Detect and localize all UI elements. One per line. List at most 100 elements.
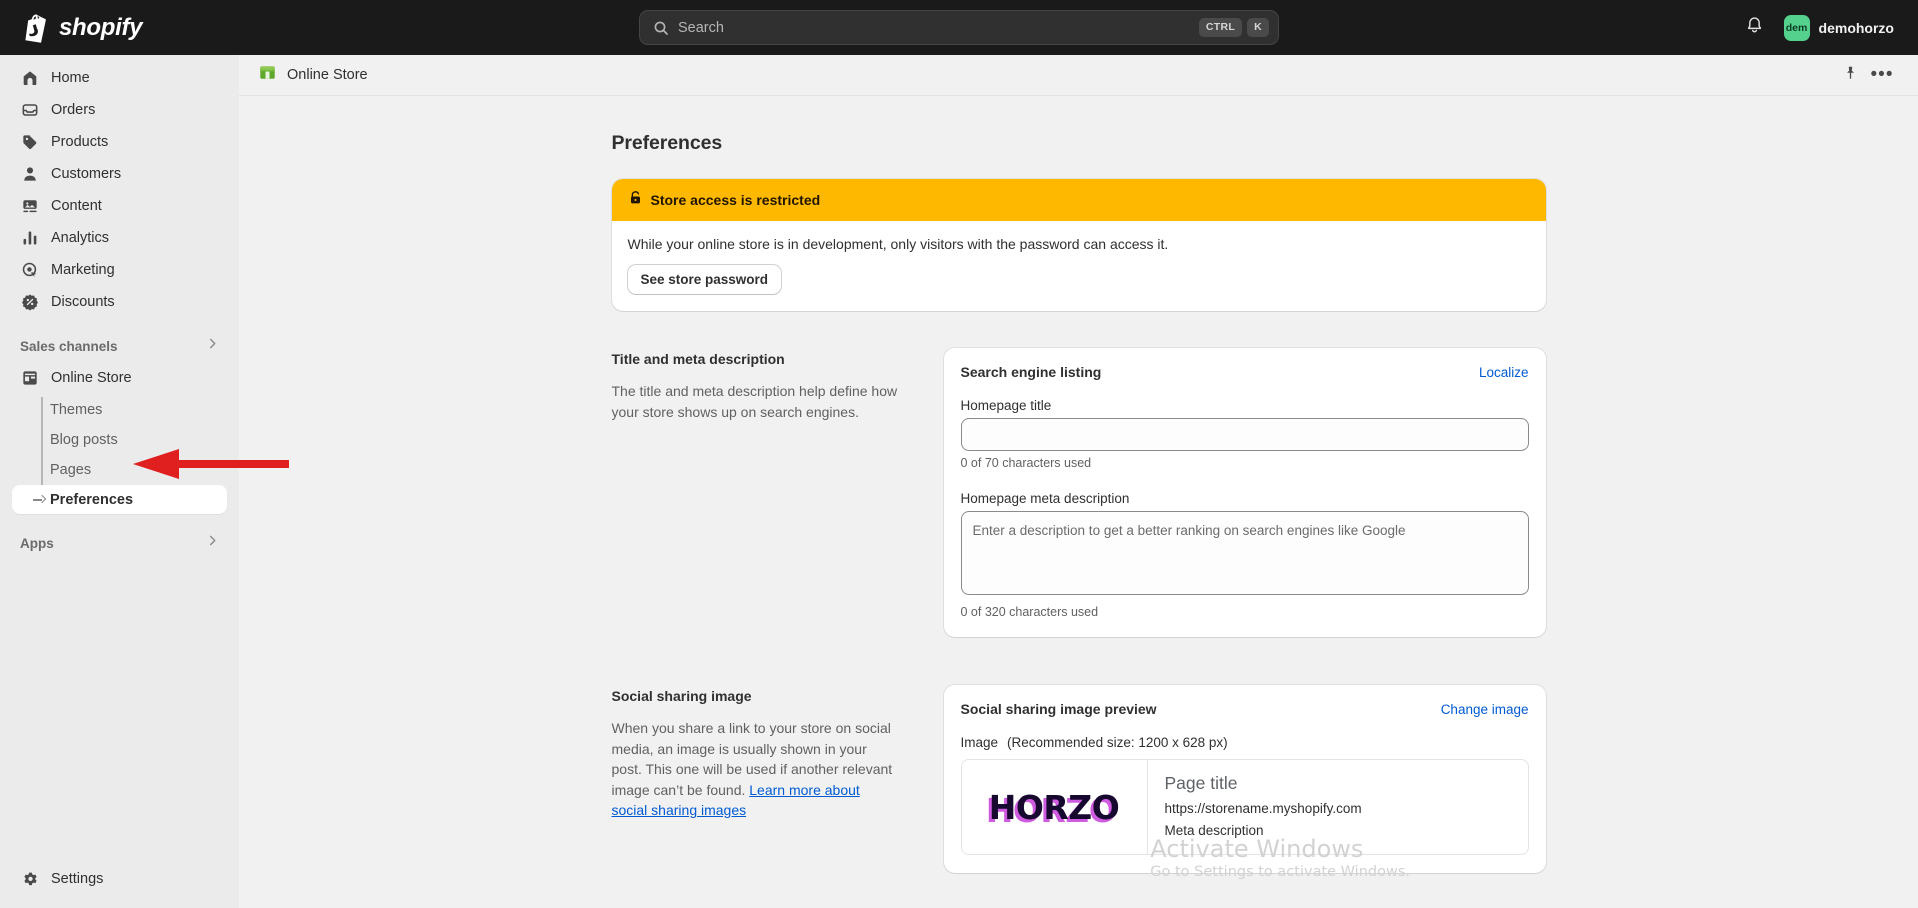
storefront-green-icon [258,63,277,87]
sidebar: Home Orders Products Customers Content A… [0,55,239,908]
sidebar-item-marketing[interactable]: Marketing [12,255,227,285]
sidebar-item-online-store[interactable]: Online Store [12,363,227,393]
sales-channels-label: Sales channels [20,339,118,354]
localize-link[interactable]: Localize [1479,365,1529,380]
banner-title: Store access is restricted [651,192,821,208]
apps-label: Apps [20,536,54,551]
page-header: Online Store ••• [239,55,1918,96]
banner-header: Store access is restricted [612,179,1546,221]
sidebar-item-discounts[interactable]: Discounts [12,287,227,317]
shopify-wordmark: shopify [59,14,142,42]
sidebar-item-label: Marketing [51,262,115,278]
sidebar-item-label: Products [51,134,108,150]
sidebar-section-sales-channels[interactable]: Sales channels [12,331,227,361]
sub-item-label: Preferences [50,492,133,508]
homepage-title-label: Homepage title [961,398,1529,413]
homepage-title-counter: 0 of 70 characters used [961,456,1529,470]
shopify-bag-icon [24,13,50,43]
card-header: Social sharing image preview Change imag… [961,701,1529,717]
card-title: Social sharing image preview [961,701,1157,717]
customers-person-icon [20,164,40,184]
section-body: The title and meta description help defi… [612,381,898,422]
image-label-row: Image (Recommended size: 1200 x 628 px) [961,735,1529,750]
breadcrumb-label: Online Store [287,67,368,83]
section-body: When you share a link to your store on s… [612,718,898,821]
page-content: Preferences Store access is restricted W… [612,96,1546,908]
breadcrumb[interactable]: Online Store [258,63,368,87]
storefront-icon [20,368,40,388]
sidebar-item-home[interactable]: Home [12,63,227,93]
online-store-subnav: Themes Blog posts Pages Preferences [12,395,227,514]
sidebar-item-preferences[interactable]: Preferences [12,485,227,514]
page-scroll-area[interactable]: Preferences Store access is restricted W… [239,96,1918,908]
user-name: demohorzo [1819,20,1894,36]
orders-inbox-icon [20,100,40,120]
user-menu[interactable]: dem demohorzo [1780,11,1904,45]
bell-icon [1745,16,1764,40]
kbd-k: K [1247,18,1269,37]
marketing-target-icon [20,260,40,280]
search-shortcut: CTRL K [1199,18,1269,37]
settings-label: Settings [51,871,103,887]
section-social-sharing: Social sharing image When you share a li… [612,685,1546,873]
change-image-link[interactable]: Change image [1441,702,1529,717]
top-bar: shopify Search CTRL K dem demohorzo [0,0,1918,55]
chevron-right-icon [206,534,219,552]
section-description: Title and meta description The title and… [612,348,898,637]
sidebar-item-label: Analytics [51,230,109,246]
see-store-password-button[interactable]: See store password [628,265,782,294]
section-description: Social sharing image When you share a li… [612,685,898,873]
gear-icon [20,869,40,889]
homepage-meta-description-counter: 0 of 320 characters used [961,605,1529,619]
section-title-meta: Title and meta description The title and… [612,348,1546,637]
sidebar-item-products[interactable]: Products [12,127,227,157]
page-header-actions: ••• [1836,61,1896,89]
preview-page-title: Page title [1165,773,1362,794]
sidebar-item-settings[interactable]: Settings [12,864,227,894]
shopify-logo[interactable]: shopify [24,13,142,43]
card-title: Search engine listing [961,364,1102,380]
section-heading: Title and meta description [612,351,898,367]
chevron-right-icon [206,337,219,355]
sub-item-label: Blog posts [50,432,118,448]
search-icon [653,20,669,36]
sidebar-item-customers[interactable]: Customers [12,159,227,189]
search-placeholder: Search [678,20,1199,36]
top-bar-right: dem demohorzo [1738,0,1904,55]
sidebar-item-pages[interactable]: Pages [12,455,227,484]
sub-item-label: Themes [50,402,102,418]
global-search-bar[interactable]: Search CTRL K [639,10,1279,45]
sidebar-item-blog-posts[interactable]: Blog posts [12,425,227,454]
card-header: Search engine listing Localize [961,364,1529,380]
section-heading: Social sharing image [612,688,898,704]
main-panel: Online Store ••• Preferences [239,55,1918,908]
notifications-button[interactable] [1738,11,1772,45]
sidebar-item-label: Content [51,198,102,214]
sidebar-item-label: Online Store [51,370,132,386]
page-title: Preferences [612,132,1546,155]
sidebar-item-analytics[interactable]: Analytics [12,223,227,253]
sidebar-item-label: Home [51,70,90,86]
preview-url: https://storename.myshopify.com [1165,801,1362,816]
sidebar-item-label: Orders [51,102,95,118]
sidebar-item-themes[interactable]: Themes [12,395,227,424]
more-actions-button[interactable]: ••• [1868,61,1896,89]
social-sharing-preview-card: Social sharing image preview Change imag… [944,685,1546,873]
social-preview-image: HORZO [962,760,1148,854]
sidebar-item-orders[interactable]: Orders [12,95,227,125]
banner-text: While your online store is in developmen… [628,236,1530,252]
sidebar-item-label: Discounts [51,294,115,310]
sub-item-label: Pages [50,462,91,478]
products-tag-icon [20,132,40,152]
content-icon [20,196,40,216]
sidebar-item-content[interactable]: Content [12,191,227,221]
store-access-banner: Store access is restricted While your on… [612,179,1546,311]
analytics-bars-icon [20,228,40,248]
pin-icon [1843,65,1858,85]
preview-meta-description: Meta description [1165,823,1362,838]
homepage-meta-description-input[interactable] [961,511,1529,595]
homepage-title-input[interactable] [961,418,1529,451]
sidebar-section-apps[interactable]: Apps [12,528,227,558]
sidebar-item-label: Customers [51,166,121,182]
pin-button[interactable] [1836,61,1864,89]
